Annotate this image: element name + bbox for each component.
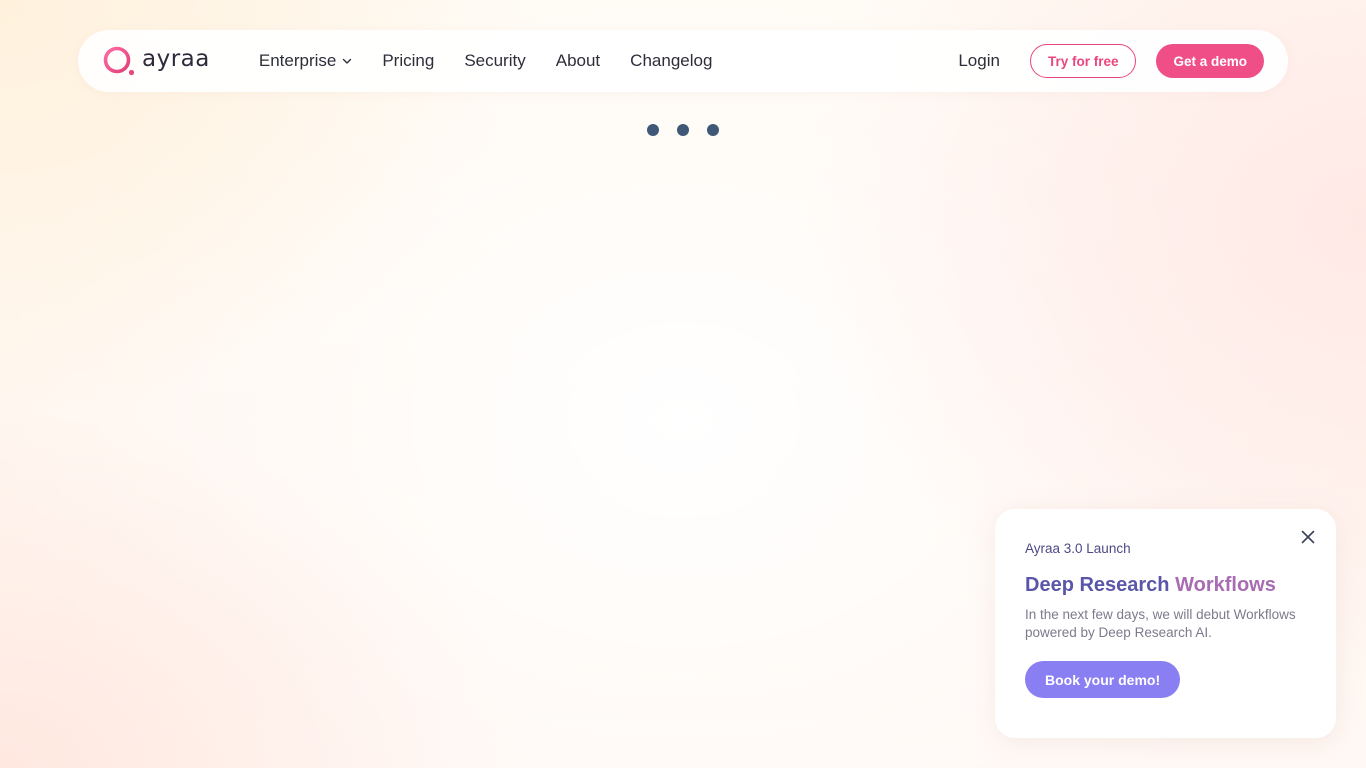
popup-title-part1: Deep Research: [1025, 574, 1170, 596]
nav-item-label: Enterprise: [258, 51, 337, 70]
book-demo-button[interactable]: Book your demo!: [1025, 661, 1181, 698]
nav-item-label: Pricing: [382, 51, 435, 70]
loading-dot: [707, 124, 719, 136]
login-link[interactable]: Login: [958, 51, 1000, 71]
brand-logo[interactable]: ayraa: [102, 41, 210, 81]
primary-nav: Enterprise Pricing Security About Change…: [259, 51, 713, 71]
nav-item-label: Security: [464, 51, 526, 70]
nav-item-about[interactable]: About: [556, 51, 600, 71]
popup-title: Deep Research Workflows: [1025, 573, 1306, 597]
popup-title-part2: Workflows: [1175, 574, 1276, 596]
nav-actions: Login Try for free Get a demo: [958, 44, 1264, 78]
nav-item-security[interactable]: Security: [464, 51, 525, 71]
nav-item-enterprise[interactable]: Enterprise: [259, 51, 352, 71]
brand-name: ayraa: [142, 45, 210, 72]
nav-item-label: About: [555, 51, 601, 70]
close-icon[interactable]: [1300, 529, 1316, 545]
get-a-demo-button[interactable]: Get a demo: [1156, 44, 1264, 78]
nav-item-pricing[interactable]: Pricing: [382, 51, 434, 71]
loading-dot: [647, 124, 659, 136]
chevron-down-icon: [343, 58, 352, 64]
top-navbar: ayraa Enterprise Pricing Security About …: [78, 30, 1288, 92]
loading-dots: [647, 124, 719, 136]
popup-eyebrow: Ayraa 3.0 Launch: [1025, 541, 1131, 556]
popup-description: In the next few days, we will debut Work…: [1025, 607, 1296, 640]
ring-logo-icon: [103, 46, 135, 76]
nav-item-label: Changelog: [630, 51, 713, 70]
loading-dot: [677, 124, 689, 136]
announcement-popup: Ayraa 3.0 Launch Deep Research Workflows…: [995, 509, 1336, 738]
try-for-free-button[interactable]: Try for free: [1029, 44, 1137, 78]
nav-item-changelog[interactable]: Changelog: [630, 51, 712, 71]
